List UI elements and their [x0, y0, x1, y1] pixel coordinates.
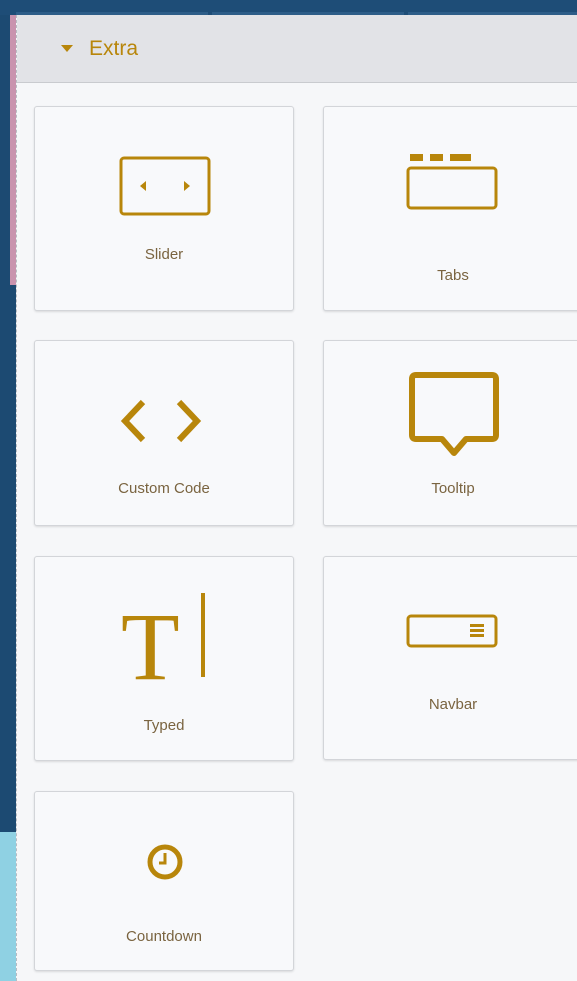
- category-header-extra[interactable]: Extra: [17, 15, 577, 83]
- navbar-icon: [406, 614, 498, 648]
- category-title: Extra: [89, 36, 139, 60]
- svg-text:T: T: [121, 593, 180, 683]
- block-label: Tooltip: [431, 480, 475, 497]
- typed-text-icon: T: [121, 593, 205, 683]
- block-label: Navbar: [428, 696, 478, 713]
- block-label: Slider: [144, 246, 184, 263]
- clock-icon: [147, 844, 183, 880]
- block-countdown[interactable]: Countdown: [34, 791, 294, 971]
- block-navbar[interactable]: Navbar: [323, 556, 577, 760]
- slider-icon: [119, 156, 211, 216]
- blocks-panel: Extra Slider Tabs Custom Code Tooltip T …: [16, 15, 577, 981]
- block-tooltip[interactable]: Tooltip: [323, 340, 577, 526]
- block-label: Custom Code: [118, 480, 210, 497]
- block-custom-code[interactable]: Custom Code: [34, 340, 294, 526]
- top-strip: [0, 0, 577, 15]
- block-slider[interactable]: Slider: [34, 106, 294, 311]
- block-tabs[interactable]: Tabs: [323, 106, 577, 311]
- tooltip-icon: [409, 372, 499, 456]
- tabs-icon: [406, 154, 498, 210]
- caret-down-icon: [61, 45, 73, 52]
- block-typed[interactable]: T Typed: [34, 556, 294, 761]
- block-label: Tabs: [437, 267, 469, 284]
- block-label: Typed: [143, 717, 185, 734]
- block-label: Countdown: [126, 928, 202, 945]
- code-icon: [120, 399, 202, 443]
